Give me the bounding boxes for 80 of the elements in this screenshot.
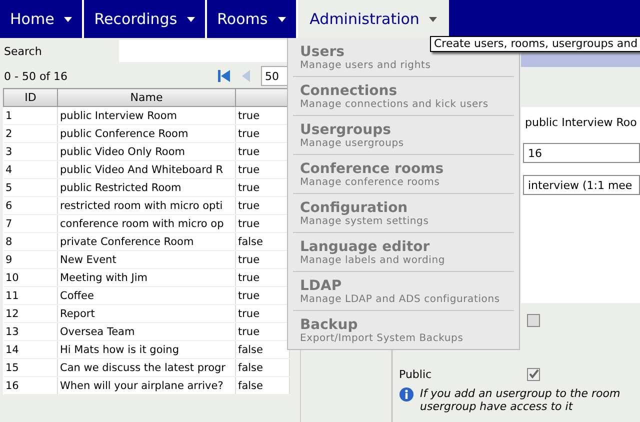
- table-cell: New Event: [58, 250, 236, 268]
- caret-icon: [429, 16, 438, 22]
- tooltip: Create users, rooms, usergroups and: [430, 36, 640, 52]
- table-cell: Hi Mats how is it going: [58, 340, 236, 358]
- caret-icon: [187, 16, 196, 22]
- nav-tab[interactable]: Home: [0, 0, 84, 38]
- table-cell: 1: [4, 106, 58, 124]
- table-cell: restricted room with micro opti: [58, 196, 236, 214]
- menu-item-description: Manage conference rooms: [300, 176, 440, 188]
- caret-icon: [278, 16, 286, 22]
- column-header[interactable]: Name: [58, 88, 236, 106]
- search-label: Search: [4, 44, 43, 58]
- table-cell: 12: [4, 304, 58, 322]
- menu-item-title: Configuration: [300, 200, 408, 216]
- type-select[interactable]: interview (1:1 mee: [523, 175, 640, 195]
- table-cell: When will your airplane arrive?: [58, 376, 236, 394]
- table-cell: 10: [4, 268, 58, 286]
- info-text: usergroup have access to it: [420, 400, 574, 413]
- page-size-field[interactable]: 50: [261, 66, 289, 86]
- checkbox[interactable]: [527, 314, 540, 326]
- table-cell: 7: [4, 214, 58, 232]
- menu-item-title: Language editor: [300, 238, 430, 254]
- info-icon: [399, 387, 414, 402]
- info-text: If you add an usergroup to the room: [420, 387, 620, 400]
- menu-item-title: Connections: [300, 82, 398, 98]
- table-cell: Report: [58, 304, 236, 322]
- table-cell: 16: [4, 376, 58, 394]
- caret-icon: [64, 16, 72, 22]
- nav-tab[interactable]: Administration: [298, 0, 450, 38]
- checkbox[interactable]: [527, 368, 540, 380]
- table-cell: 4: [4, 160, 58, 178]
- table-cell: false: [236, 376, 290, 394]
- table-cell: 14: [4, 340, 58, 358]
- table-cell: 5: [4, 178, 58, 196]
- menu-item-title: Conference rooms: [300, 160, 444, 176]
- table-cell: public Restricted Room: [58, 178, 236, 196]
- menu-item-description: Manage system settings: [300, 216, 429, 226]
- count-field[interactable]: 16: [523, 143, 640, 163]
- table-cell: private Conference Room: [58, 232, 236, 250]
- table-cell: 3: [4, 142, 58, 160]
- menu-item[interactable]: Connections Manage connections and kick users: [293, 77, 514, 116]
- menu-item-description: Manage usergroups: [300, 138, 404, 148]
- table-cell: public Video Only Room: [58, 142, 236, 160]
- table-cell: 13: [4, 322, 58, 340]
- menu-item-title: LDAP: [300, 278, 342, 294]
- menu-item[interactable]: Backup Export/Import System Backups: [293, 311, 514, 349]
- table-cell: Oversea Team: [58, 322, 236, 340]
- menu-item-description: Export/Import System Backups: [300, 332, 464, 344]
- table-cell: Meeting with Jim: [58, 268, 236, 286]
- menu-item[interactable]: Usergroups Manage usergroups: [293, 116, 514, 155]
- table-cell: public Video And Whiteboard R: [58, 160, 236, 178]
- menu-item-title: Users: [300, 44, 344, 60]
- menu-item[interactable]: LDAP Manage LDAP and ADS configurations: [293, 272, 514, 311]
- table-cell: 11: [4, 286, 58, 304]
- table-cell: false: [236, 358, 290, 376]
- table-cell: 15: [4, 358, 58, 376]
- nav-tab[interactable]: Recordings: [84, 0, 208, 38]
- table-cell: 2: [4, 124, 58, 142]
- table-cell: Coffee: [58, 286, 236, 304]
- menu-item-description: Manage connections and kick users: [300, 98, 488, 110]
- menu-item[interactable]: Configuration Manage system settings: [293, 194, 514, 233]
- public-label: Public: [399, 368, 433, 380]
- table-cell: 9: [4, 250, 58, 268]
- table-cell: 8: [4, 232, 58, 250]
- menu-item-description: Manage LDAP and ADS configurations: [300, 294, 500, 304]
- first-page-icon[interactable]: [215, 67, 233, 85]
- column-header[interactable]: [236, 88, 290, 106]
- menu-item[interactable]: Conference rooms Manage conference rooms: [293, 155, 514, 194]
- menu-item-description: Manage users and rights: [300, 60, 431, 70]
- page-range: 0 - 50 of 16: [4, 70, 69, 82]
- menu-item-title: Usergroups: [300, 122, 391, 138]
- menu-item-title: Backup: [300, 316, 358, 332]
- menu-item[interactable]: Language editor Manage labels and wording: [293, 233, 514, 272]
- table-cell: public Conference Room: [58, 124, 236, 142]
- menu-item-description: Manage labels and wording: [300, 254, 446, 266]
- column-header[interactable]: ID: [4, 88, 58, 106]
- table-cell: Can we discuss the latest progr: [58, 358, 236, 376]
- table-cell: 6: [4, 196, 58, 214]
- table-cell: public Interview Room: [58, 106, 236, 124]
- table-cell: conference room with micro op: [58, 214, 236, 232]
